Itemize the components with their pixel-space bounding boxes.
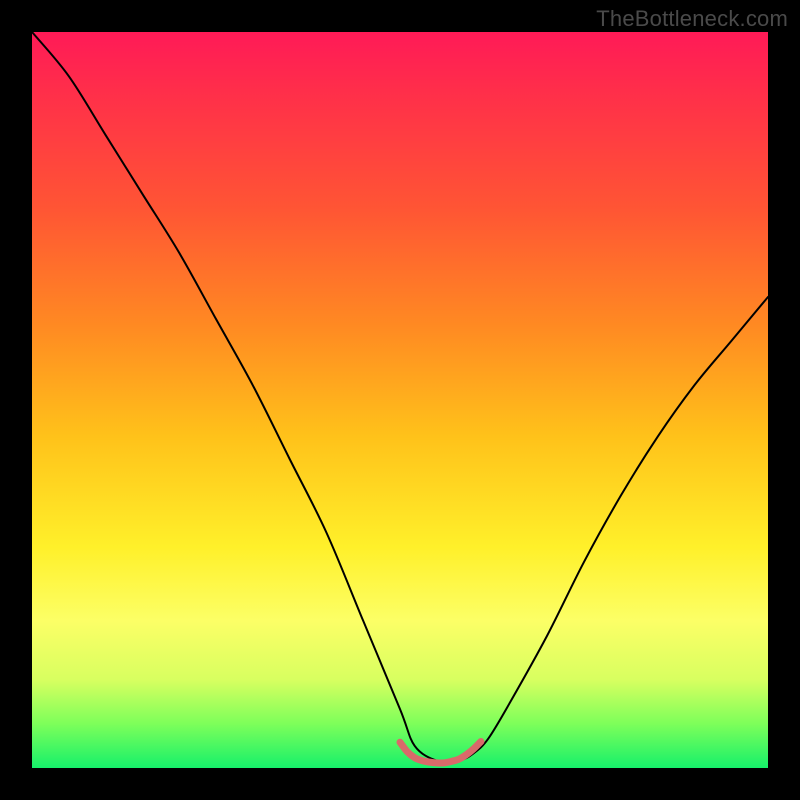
bottleneck-curve [32,32,768,762]
curve-layer [32,32,768,768]
chart-frame: TheBottleneck.com [0,0,800,800]
optimum-marker [400,742,481,763]
plot-area [32,32,768,768]
watermark-text: TheBottleneck.com [596,6,788,32]
